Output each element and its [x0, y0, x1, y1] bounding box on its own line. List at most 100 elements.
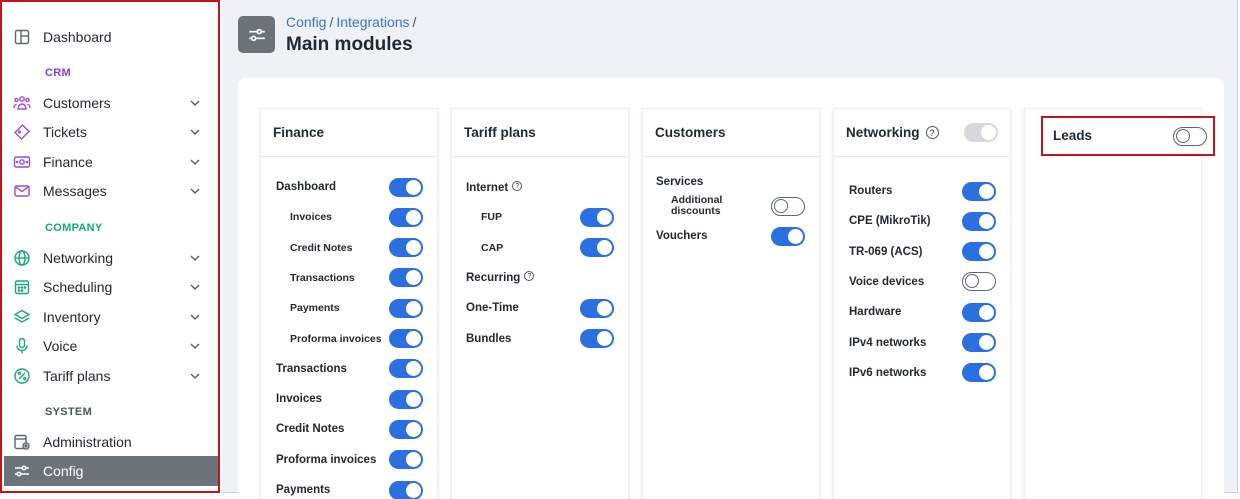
toggle-row: Voice devices [834, 271, 1010, 293]
ipv4-networks-toggle[interactable] [962, 333, 996, 352]
breadcrumb-separator: / [412, 14, 417, 30]
sidebar-item-customers[interactable]: Customers [2, 88, 216, 118]
fup-label: FUP [481, 211, 502, 224]
payments-toggle[interactable] [389, 298, 423, 318]
toggle-row: Routers [834, 180, 1010, 202]
routers-toggle[interactable] [962, 181, 996, 201]
sidebar-item-label: Administration [43, 434, 132, 450]
sidebar-item-inventory[interactable]: Inventory [2, 302, 216, 332]
cpe-mikrotik-toggle[interactable] [962, 211, 996, 231]
transactions-toggle[interactable] [389, 268, 423, 288]
calendar-icon [12, 277, 32, 297]
chevron-down-icon[interactable] [188, 155, 202, 169]
chevron-down-icon[interactable] [188, 339, 202, 353]
ticket-icon [12, 122, 32, 142]
vouchers-toggle[interactable] [771, 226, 805, 246]
one-time-toggle[interactable] [580, 298, 614, 318]
sidebar-item-tickets[interactable]: Tickets [2, 117, 216, 147]
toggle-row: Internet? [452, 176, 628, 198]
ipv6-networks-label: IPv6 networks [849, 366, 927, 379]
modules-panel: Finance Dashboard Invoices Credit Notes Tra… [238, 78, 1224, 499]
additional-discounts-toggle[interactable] [771, 196, 805, 216]
sidebar-item-networking[interactable]: Networking [2, 243, 216, 273]
recurring-toggle[interactable] [580, 268, 614, 287]
transactions-label: Transactions [290, 271, 355, 284]
hardware-label: Hardware [849, 306, 902, 319]
toggle-row: Transactions [261, 358, 437, 380]
voice-devices-toggle[interactable] [962, 272, 996, 292]
sidebar-item-administration[interactable]: Administration [2, 427, 216, 457]
toggle-row: Vouchers [643, 225, 819, 247]
payments-label: Payments [276, 484, 331, 496]
payments-toggle[interactable] [389, 480, 423, 499]
sidebar-item-config[interactable]: Config [4, 456, 218, 486]
toggle-row: Invoices [261, 206, 437, 228]
chevron-down-icon[interactable] [188, 251, 202, 265]
ipv4-networks-label: IPv4 networks [849, 336, 927, 349]
customers-card: Customers Services Additional discounts V… [642, 108, 820, 499]
card-title: Customers [643, 109, 819, 157]
invoices-toggle[interactable] [389, 389, 423, 409]
card-header: Networking ? [834, 109, 1010, 157]
chevron-down-icon[interactable] [188, 280, 202, 294]
section-company: COMPANY [45, 222, 103, 234]
toggle-row: Proforma invoices [261, 328, 437, 350]
sidebar-item-label: Voice [43, 338, 78, 354]
help-icon[interactable]: ? [925, 126, 939, 139]
sidebar-item-voice[interactable]: Voice [2, 331, 216, 361]
invoices-label: Invoices [290, 211, 333, 224]
sidebar-item-tariff-plans[interactable]: Tariff plans [2, 361, 216, 391]
proforma-invoices-label: Proforma invoices [276, 453, 377, 466]
chevron-down-icon[interactable] [188, 184, 202, 198]
networking-toggle[interactable] [964, 123, 998, 142]
breadcrumb-integrations[interactable]: Integrations [336, 14, 409, 30]
sliders-icon [12, 461, 32, 481]
fup-toggle[interactable] [580, 207, 614, 227]
credit-notes-toggle[interactable] [389, 238, 423, 258]
toggle-row: Hardware [834, 301, 1010, 323]
sidebar-item-scheduling[interactable]: Scheduling [2, 272, 216, 302]
vouchers-label: Vouchers [656, 230, 708, 242]
invoices-toggle[interactable] [389, 207, 423, 227]
cap-toggle[interactable] [580, 238, 614, 258]
sidebar-item-finance[interactable]: Finance [2, 147, 216, 177]
proforma-invoices-toggle[interactable] [389, 329, 423, 348]
dashboard-toggle[interactable] [389, 177, 423, 197]
recurring-label: Recurring? [466, 271, 535, 284]
toggle-row: FUP [452, 206, 628, 228]
chevron-down-icon[interactable] [188, 369, 202, 383]
card-title: Finance [261, 109, 437, 157]
dashboard-icon [12, 27, 32, 47]
chevron-down-icon[interactable] [188, 310, 202, 324]
hardware-toggle[interactable] [962, 302, 996, 322]
tr-069-acs-toggle[interactable] [962, 242, 996, 262]
help-icon[interactable]: ? [524, 271, 535, 282]
tariff-plans-card: Tariff plans Internet? FUP CAP Recurring? On… [451, 108, 629, 499]
sidebar-item-label: Networking [43, 250, 114, 266]
transactions-toggle[interactable] [389, 359, 423, 379]
sidebar-item-dashboard[interactable]: Dashboard [2, 22, 216, 52]
proforma-invoices-toggle[interactable] [389, 450, 423, 470]
sidebar-item-messages[interactable]: Messages [2, 176, 216, 206]
internet-toggle[interactable] [580, 178, 614, 197]
bundles-toggle[interactable] [580, 329, 614, 348]
chevron-down-icon[interactable] [188, 125, 202, 139]
sidebar-item-label: Config [43, 463, 84, 479]
tr-069-acs-label: TR-069 (ACS) [849, 245, 923, 258]
card-title: Tariff plans [452, 109, 628, 157]
credit-notes-label: Credit Notes [290, 241, 353, 254]
breadcrumb-config[interactable]: Config [286, 14, 326, 30]
ipv6-networks-toggle[interactable] [962, 363, 996, 383]
leads-card-header: Leads [1041, 116, 1215, 156]
card-title: Leads [1053, 128, 1093, 143]
routers-label: Routers [849, 185, 893, 197]
transactions-label: Transactions [276, 362, 347, 375]
finance-icon [12, 152, 32, 172]
credit-notes-toggle[interactable] [389, 419, 423, 439]
help-icon[interactable]: ? [512, 180, 523, 191]
cap-label: CAP [481, 241, 504, 254]
breadcrumb: Config / Integrations / [286, 14, 419, 30]
chevron-down-icon[interactable] [188, 96, 202, 110]
leads-toggle[interactable] [1173, 127, 1207, 146]
globe-icon [12, 248, 32, 268]
